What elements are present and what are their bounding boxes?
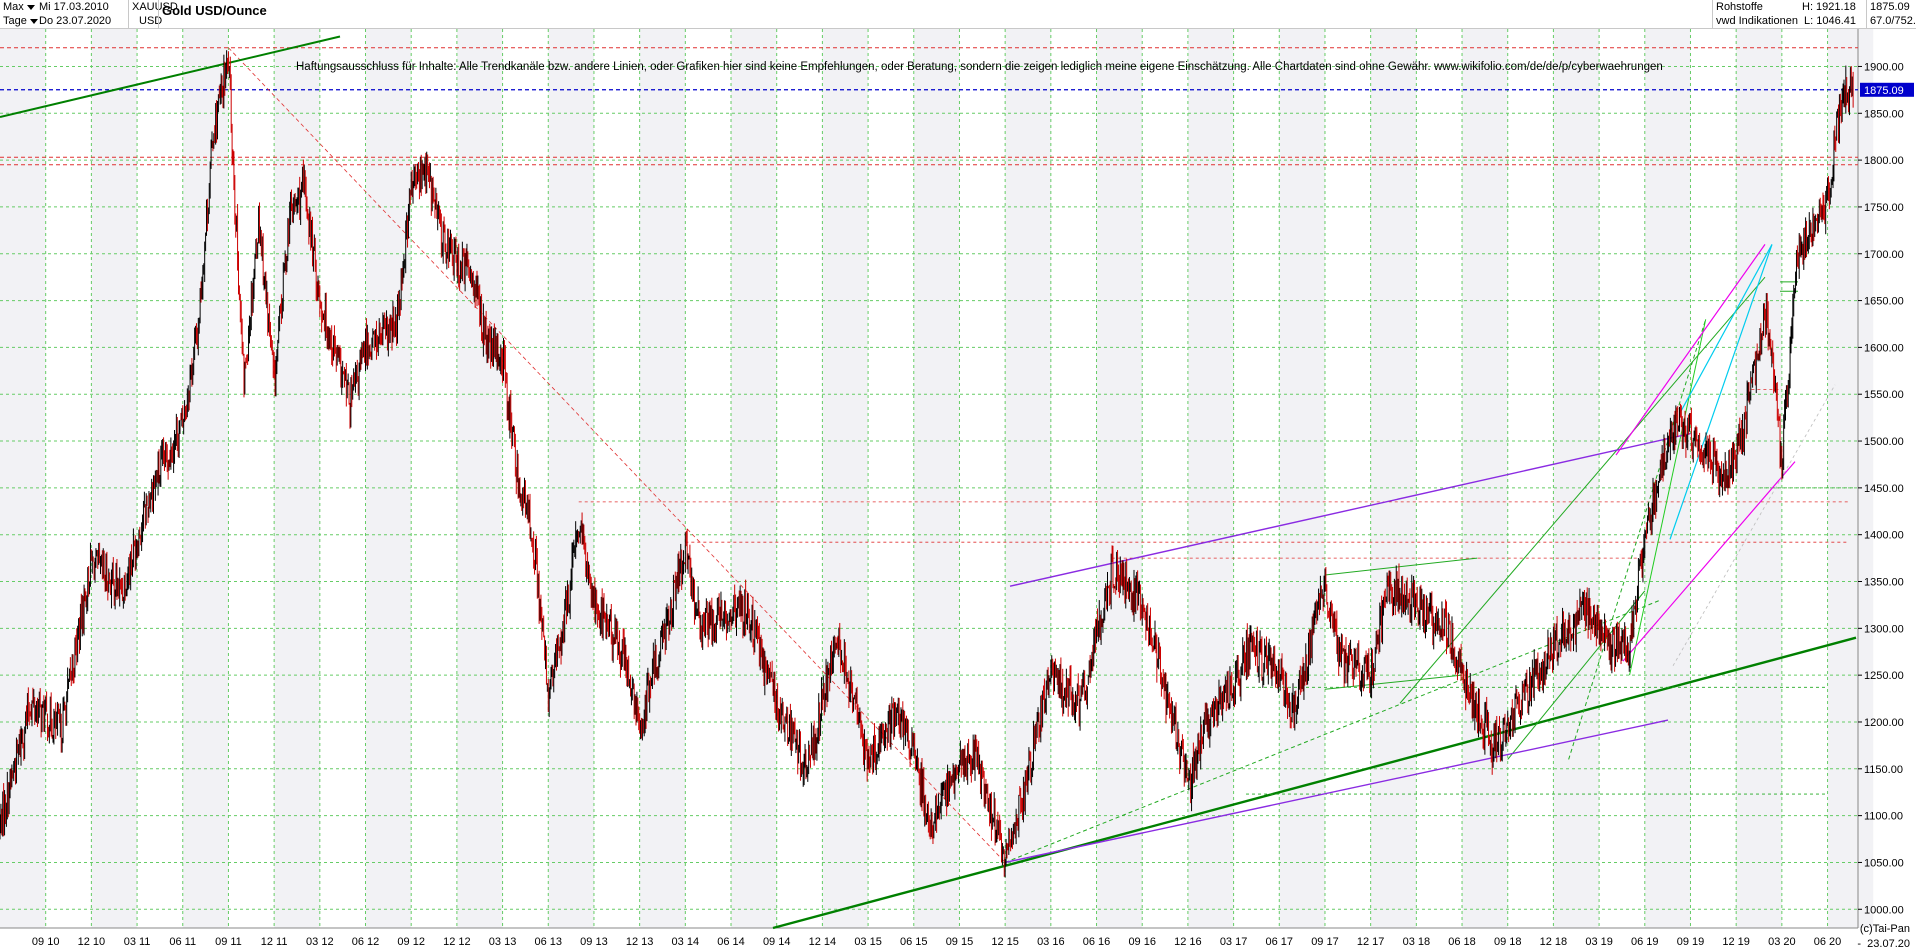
- y-tick-label: 1000.00: [1864, 904, 1904, 916]
- x-tick-label: 09 16: [1128, 936, 1156, 948]
- x-tick-label: 12 11: [261, 936, 288, 948]
- y-tick-label: 1050.00: [1864, 857, 1904, 869]
- y-tick-label: 1600.00: [1864, 342, 1904, 354]
- x-tick-label: 06 20: [1814, 936, 1842, 948]
- y-tick-label: 1650.00: [1864, 296, 1904, 308]
- x-tick-label: 03 15: [854, 936, 882, 948]
- last-price-label: 1875.09: [1864, 85, 1904, 97]
- x-tick-label: 12 15: [991, 936, 1019, 948]
- x-tick-label: 09 19: [1677, 936, 1705, 948]
- y-tick-label: 1150.00: [1864, 764, 1903, 776]
- x-tick-label: 03 11: [124, 936, 151, 948]
- y-tick-label: 1200.00: [1864, 717, 1904, 729]
- y-tick-label: 1350.00: [1864, 577, 1904, 589]
- y-tick-label: 1550.00: [1864, 389, 1904, 401]
- shade-band: [456, 29, 503, 928]
- x-tick-label: 12 16: [1174, 936, 1202, 948]
- y-tick-label: 1700.00: [1864, 249, 1904, 261]
- last-date: 23.07.20: [1867, 938, 1910, 950]
- x-tick-label: 06 11: [169, 936, 196, 948]
- x-tick-label: 06 17: [1266, 936, 1294, 948]
- x-tick-label: 06 12: [352, 936, 380, 948]
- y-tick-label: 1800.00: [1864, 155, 1904, 167]
- x-tick-label: 06 14: [717, 936, 745, 948]
- shade-band: [182, 29, 229, 928]
- shade-band: [1644, 29, 1691, 928]
- shade-band: [1187, 29, 1234, 928]
- y-tick-label: 1900.00: [1864, 61, 1904, 73]
- x-tick-label: 03 13: [489, 936, 517, 948]
- disclaimer-text: Haftungsausschluss für Inhalte: Alle Tre…: [296, 61, 1663, 73]
- x-tick-label: 06 19: [1631, 936, 1659, 948]
- price-chart[interactable]: 1000.00 1050.00 1100.00 1150.00 1200.00 1250.…: [0, 0, 1916, 952]
- shade-band: [1279, 29, 1325, 928]
- x-tick-label: 12 12: [443, 936, 471, 948]
- shade-band: [1096, 29, 1143, 928]
- y-tick-label: 1400.00: [1864, 530, 1904, 542]
- x-tick-label: 09 17: [1311, 936, 1339, 948]
- x-tick-label: 09 15: [946, 936, 974, 948]
- x-tick-label: 06 18: [1448, 936, 1476, 948]
- shade-band: [1736, 29, 1782, 928]
- shade-band: [91, 29, 138, 928]
- x-tick-label: 09 14: [763, 936, 791, 948]
- y-tick-label: 1100.00: [1864, 811, 1903, 823]
- x-tick-label: 03 18: [1403, 936, 1431, 948]
- y-tick-label: 1300.00: [1864, 623, 1904, 635]
- x-tick-label: 09 13: [580, 936, 608, 948]
- x-tick-label: 06 15: [900, 936, 928, 948]
- x-tick-label: 12 19: [1722, 936, 1750, 948]
- x-tick-label: 03 12: [306, 936, 334, 948]
- y-tick-label: 1250.00: [1864, 670, 1904, 682]
- x-tick-label: 03 19: [1585, 936, 1613, 948]
- shade-band: [822, 29, 869, 928]
- x-tick-label: 09 18: [1494, 936, 1522, 948]
- x-tick-label: 12 14: [809, 936, 837, 948]
- shade-band: [365, 29, 412, 928]
- shade-band: [548, 29, 594, 928]
- x-tick-label: 06 16: [1083, 936, 1111, 948]
- x-tick-label: 03 17: [1220, 936, 1248, 948]
- shade-band: [1370, 29, 1417, 928]
- shade-band: [731, 29, 777, 928]
- y-tick-label: 1850.00: [1864, 108, 1904, 120]
- x-tick-label: 12 13: [626, 936, 654, 948]
- x-tick-label: 03 16: [1037, 936, 1065, 948]
- y-tick-label: 1750.00: [1864, 202, 1904, 214]
- x-tick-label: 12 17: [1357, 936, 1385, 948]
- copyright-label: (c)Tai-Pan: [1859, 923, 1910, 935]
- last-date-label: - 23.07.20: [1857, 938, 1910, 950]
- x-tick-label: 09 12: [397, 936, 425, 948]
- x-tick-label: 03 20: [1768, 936, 1796, 948]
- y-tick-label: 1450.00: [1864, 483, 1904, 495]
- x-tick-label: 06 13: [534, 936, 562, 948]
- x-tick-label: 03 14: [672, 936, 700, 948]
- shade-band: [274, 29, 320, 928]
- shade-band: [1462, 29, 1508, 928]
- dash-label: -: [1857, 938, 1862, 950]
- shade-band: [639, 29, 686, 928]
- x-tick-label: 09 11: [215, 936, 242, 948]
- x-tick-label: 12 18: [1540, 936, 1568, 948]
- x-tick-label: 09 10: [32, 936, 60, 948]
- x-tick-label: 12 10: [78, 936, 106, 948]
- y-tick-label: 1500.00: [1864, 436, 1904, 448]
